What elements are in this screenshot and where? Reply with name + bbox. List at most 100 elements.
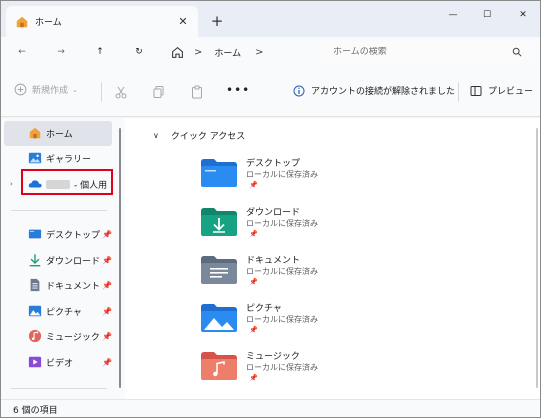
sidebar-item-videos[interactable]: ビデオ 📌 bbox=[4, 350, 112, 375]
redacted-account-name bbox=[46, 180, 70, 189]
chevron-down-icon: ∨ bbox=[153, 131, 159, 140]
pin-icon: 📌 bbox=[249, 374, 258, 382]
sidebar-item-music[interactable]: ミュージック 📌 bbox=[4, 324, 112, 349]
search-icon bbox=[512, 47, 522, 57]
scissors-icon bbox=[115, 86, 127, 99]
pin-icon: 📌 bbox=[249, 326, 258, 334]
new-button-label: 新規作成 bbox=[32, 86, 69, 96]
quick-access-downloads[interactable]: ダウンロード ローカルに保存済み 📌 bbox=[201, 205, 401, 251]
home-outline-icon bbox=[172, 46, 183, 58]
search-box[interactable] bbox=[322, 42, 530, 62]
folder-name: ミュージック bbox=[246, 352, 300, 362]
account-status-label: アカウントの接続が解除されました bbox=[311, 87, 456, 97]
preview-pane-icon bbox=[470, 85, 482, 96]
toolbar-divider bbox=[101, 82, 102, 102]
command-bar: 新規作成 ⌄ ••• アカウントの接続が解除されました プレビュー bbox=[1, 67, 540, 117]
download-icon bbox=[29, 254, 41, 267]
sidebar-item-onedrive-personal[interactable]: - 個人用 bbox=[4, 172, 112, 197]
sidebar-item-label: ギャラリー bbox=[46, 155, 92, 165]
clipboard-icon bbox=[192, 85, 202, 99]
content-scrollbar[interactable] bbox=[536, 128, 538, 388]
more-options-button[interactable]: ••• bbox=[226, 83, 250, 97]
cut-button[interactable] bbox=[112, 83, 130, 101]
quick-access-documents[interactable]: ドキュメント ローカルに保存済み 📌 bbox=[201, 253, 401, 299]
navigation-pane: ホーム ギャラリー › - 個人用 デスクトップ � bbox=[1, 118, 125, 399]
desktop-folder-icon bbox=[201, 159, 237, 187]
pictures-icon bbox=[28, 305, 42, 317]
quick-access-music[interactable]: ミュージック ローカルに保存済み 📌 bbox=[201, 349, 401, 395]
back-button[interactable]: ← bbox=[10, 41, 34, 63]
paste-button[interactable] bbox=[188, 83, 206, 101]
music-folder-icon bbox=[201, 352, 237, 380]
breadcrumb-separator-trailing[interactable]: > bbox=[255, 47, 263, 58]
content-area: ∨ クイック アクセス デスクトップ ローカルに保存済み 📌 ダウンロード ロー… bbox=[125, 118, 540, 399]
sidebar-item-desktop[interactable]: デスクトップ 📌 bbox=[4, 222, 112, 247]
close-icon[interactable]: ✕ bbox=[174, 13, 192, 31]
new-button[interactable]: 新規作成 ⌄ bbox=[14, 83, 78, 96]
refresh-button[interactable]: ↻ bbox=[127, 41, 151, 63]
sidebar-item-label: ホーム bbox=[46, 130, 73, 140]
home-icon bbox=[16, 16, 28, 27]
copy-icon bbox=[153, 86, 164, 98]
sidebar-scrollbar[interactable] bbox=[119, 128, 121, 388]
new-tab-button[interactable]: + bbox=[207, 11, 227, 31]
sidebar-item-documents[interactable]: ドキュメント 📌 bbox=[4, 273, 112, 298]
preview-button[interactable]: プレビュー bbox=[470, 84, 533, 97]
tab-home[interactable]: ホーム ✕ bbox=[6, 6, 198, 37]
address-bar[interactable]: > ホーム > bbox=[161, 41, 311, 63]
quick-access-pictures[interactable]: ピクチャ ローカルに保存済み 📌 bbox=[201, 301, 401, 347]
title-bar: ホーム ✕ + — ☐ ✕ bbox=[1, 1, 540, 37]
account-status-button[interactable]: アカウントの接続が解除されました bbox=[293, 84, 455, 97]
onedrive-cloud-icon bbox=[28, 180, 42, 188]
preview-label: プレビュー bbox=[488, 87, 534, 97]
folder-status: ローカルに保存済み bbox=[246, 363, 318, 372]
desktop-icon bbox=[28, 229, 42, 239]
navigation-bar: ← → ↑ ↻ > ホーム > bbox=[1, 37, 540, 67]
video-icon bbox=[28, 356, 42, 368]
folder-name: ダウンロード bbox=[246, 208, 301, 218]
quick-access-desktop[interactable]: デスクトップ ローカルに保存済み 📌 bbox=[201, 156, 401, 202]
pin-icon: 📌 bbox=[102, 281, 112, 290]
sidebar-item-label: ミュージック bbox=[46, 333, 100, 343]
breadcrumb-home[interactable]: ホーム bbox=[214, 46, 241, 59]
copy-button[interactable] bbox=[150, 83, 168, 101]
pin-icon: 📌 bbox=[249, 230, 258, 238]
explorer-window: ホーム ✕ + — ☐ ✕ ← → ↑ ↻ > ホーム > ホームの検索 新規作… bbox=[0, 0, 541, 418]
music-icon bbox=[28, 329, 42, 343]
sidebar-item-home[interactable]: ホーム bbox=[4, 121, 112, 146]
forward-button[interactable]: → bbox=[49, 41, 73, 63]
document-folder-icon bbox=[201, 256, 237, 284]
gallery-icon bbox=[28, 152, 42, 164]
sidebar-item-downloads[interactable]: ダウンロード 📌 bbox=[4, 248, 112, 273]
up-button[interactable]: ↑ bbox=[88, 41, 112, 63]
pin-icon: 📌 bbox=[249, 181, 258, 189]
pin-icon: 📌 bbox=[249, 278, 258, 286]
folder-name: ピクチャ bbox=[246, 304, 282, 314]
sidebar-divider bbox=[11, 210, 107, 211]
item-count: 6 個の項目 bbox=[13, 406, 58, 416]
sidebar-divider bbox=[11, 388, 107, 389]
pin-icon: 📌 bbox=[102, 332, 112, 341]
sidebar-item-label: デスクトップ bbox=[46, 231, 101, 241]
folder-status: ローカルに保存済み bbox=[246, 170, 318, 179]
quick-access-header[interactable]: ∨ クイック アクセス bbox=[153, 129, 245, 142]
sidebar-item-pictures[interactable]: ピクチャ 📌 bbox=[4, 299, 112, 324]
toolbar-divider-2 bbox=[458, 82, 459, 102]
pictures-folder-icon bbox=[201, 304, 237, 332]
folder-status: ローカルに保存済み bbox=[246, 267, 318, 276]
maximize-button[interactable]: ☐ bbox=[467, 1, 507, 29]
sidebar-item-label: ダウンロード bbox=[46, 257, 101, 267]
sidebar-item-label: - 個人用 bbox=[74, 181, 108, 191]
info-icon bbox=[293, 85, 305, 96]
search-input[interactable] bbox=[333, 47, 503, 57]
folder-status: ローカルに保存済み bbox=[246, 315, 318, 324]
breadcrumb-separator: > bbox=[194, 46, 203, 58]
sidebar-item-label: ピクチャ bbox=[46, 308, 82, 318]
pin-icon: 📌 bbox=[102, 307, 112, 316]
chevron-down-icon: ⌄ bbox=[72, 85, 78, 94]
close-window-button[interactable]: ✕ bbox=[503, 1, 540, 29]
folder-name: デスクトップ bbox=[246, 159, 301, 169]
sidebar-item-gallery[interactable]: ギャラリー bbox=[4, 146, 112, 171]
download-folder-icon bbox=[201, 208, 237, 236]
pin-icon: 📌 bbox=[102, 358, 112, 367]
